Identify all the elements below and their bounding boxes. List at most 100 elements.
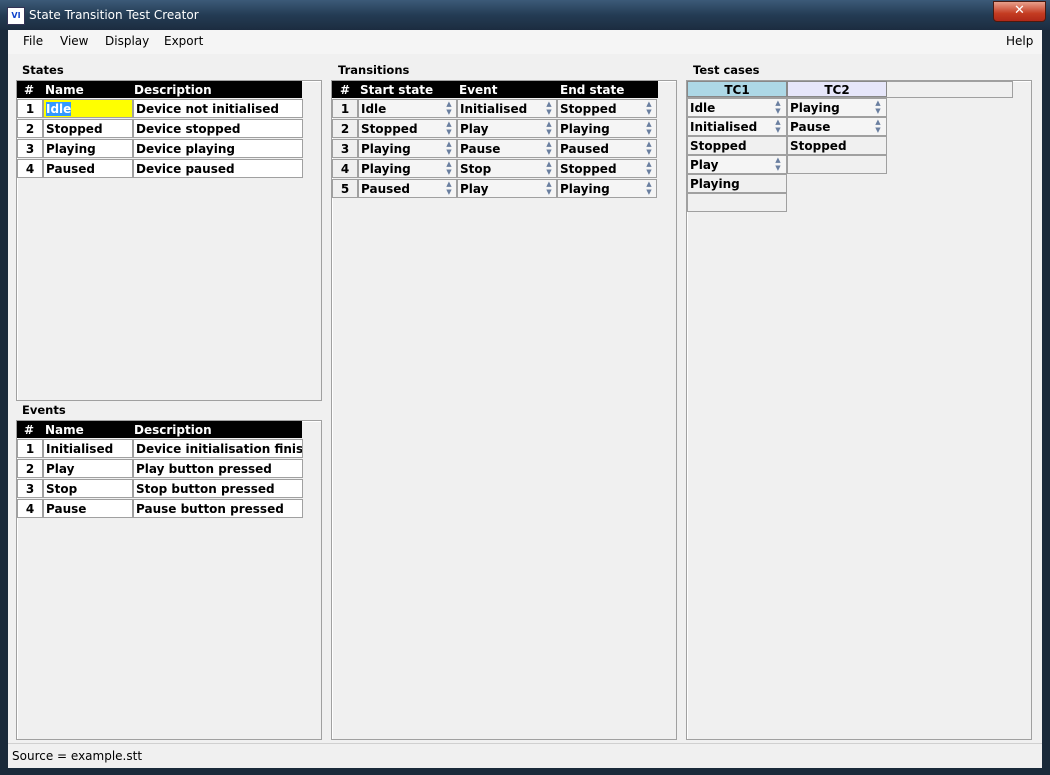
spin-down-icon[interactable]: ▼ [543, 188, 555, 196]
event-spinner[interactable]: ▲ ▼ [543, 140, 555, 156]
tab-tc1[interactable]: TC1 [687, 81, 787, 97]
tc1-step-spinner[interactable]: ▲ ▼ [772, 118, 784, 134]
end-state-spinner[interactable]: ▲ ▼ [643, 140, 655, 156]
spin-down-icon[interactable]: ▼ [543, 148, 555, 156]
spin-down-icon[interactable]: ▼ [443, 128, 455, 136]
tc1-step-spinner[interactable]: ▲ ▼ [772, 156, 784, 172]
spin-down-icon[interactable]: ▼ [772, 107, 784, 115]
end-state-cell[interactable]: Playing [557, 119, 657, 138]
spin-down-icon[interactable]: ▼ [643, 168, 655, 176]
menu-display[interactable]: Display [105, 34, 149, 48]
event-desc-cell[interactable]: Pause button pressed [133, 499, 303, 518]
spin-up-icon[interactable]: ▲ [643, 100, 655, 108]
end-state-spinner[interactable]: ▲ ▼ [643, 100, 655, 116]
start-state-spinner[interactable]: ▲ ▼ [443, 160, 455, 176]
event-cell[interactable]: Play [457, 179, 557, 198]
spin-down-icon[interactable]: ▼ [643, 128, 655, 136]
close-button[interactable]: ✕ [993, 1, 1046, 22]
spin-up-icon[interactable]: ▲ [443, 100, 455, 108]
tc1-empty-slot[interactable] [687, 193, 787, 212]
spin-down-icon[interactable]: ▼ [443, 108, 455, 116]
end-state-cell[interactable]: Stopped [557, 159, 657, 178]
spin-up-icon[interactable]: ▲ [443, 180, 455, 188]
state-name-cell-selected[interactable]: Idle [43, 99, 133, 118]
event-spinner[interactable]: ▲ ▼ [543, 160, 555, 176]
event-desc-cell[interactable]: Device initialisation finished [133, 439, 303, 458]
start-state-spinner[interactable]: ▲ ▼ [443, 180, 455, 196]
menu-file[interactable]: File [23, 34, 43, 48]
tc2-step-spinner[interactable]: ▲ ▼ [872, 118, 884, 134]
menu-view[interactable]: View [60, 34, 88, 48]
spin-down-icon[interactable]: ▼ [543, 108, 555, 116]
event-name-cell[interactable]: Pause [43, 499, 133, 518]
menu-export[interactable]: Export [164, 34, 203, 48]
tc2-step-spinner[interactable]: ▲ ▼ [872, 99, 884, 115]
spin-down-icon[interactable]: ▼ [772, 126, 784, 134]
spin-down-icon[interactable]: ▼ [872, 126, 884, 134]
spin-down-icon[interactable]: ▼ [543, 128, 555, 136]
start-state-spinner[interactable]: ▲ ▼ [443, 120, 455, 136]
spin-down-icon[interactable]: ▼ [443, 168, 455, 176]
event-spinner[interactable]: ▲ ▼ [543, 180, 555, 196]
spin-up-icon[interactable]: ▲ [543, 140, 555, 148]
spin-up-icon[interactable]: ▲ [772, 156, 784, 164]
spin-up-icon[interactable]: ▲ [772, 118, 784, 126]
spin-up-icon[interactable]: ▲ [543, 160, 555, 168]
start-state-spinner[interactable]: ▲ ▼ [443, 100, 455, 116]
event-desc-cell[interactable]: Stop button pressed [133, 479, 303, 498]
state-desc-cell[interactable]: Device stopped [133, 119, 303, 138]
event-cell[interactable]: Pause [457, 139, 557, 158]
event-name-cell[interactable]: Initialised [43, 439, 133, 458]
state-desc-cell[interactable]: Device paused [133, 159, 303, 178]
state-name-cell[interactable]: Playing [43, 139, 133, 158]
event-desc-cell[interactable]: Play button pressed [133, 459, 303, 478]
row-number: 3 [332, 139, 358, 158]
end-state-cell[interactable]: Stopped [557, 99, 657, 118]
state-name-cell[interactable]: Paused [43, 159, 133, 178]
spin-up-icon[interactable]: ▲ [772, 99, 784, 107]
tc1-step-spinner[interactable]: ▲ ▼ [772, 99, 784, 115]
end-state-spinner[interactable]: ▲ ▼ [643, 120, 655, 136]
spin-down-icon[interactable]: ▼ [643, 108, 655, 116]
event-cell[interactable]: Initialised [457, 99, 557, 118]
end-state-spinner[interactable]: ▲ ▼ [643, 180, 655, 196]
spin-up-icon[interactable]: ▲ [543, 120, 555, 128]
spin-down-icon[interactable]: ▼ [443, 188, 455, 196]
spin-up-icon[interactable]: ▲ [872, 99, 884, 107]
state-desc-cell[interactable]: Device not initialised [133, 99, 303, 118]
event-name-cell[interactable]: Stop [43, 479, 133, 498]
event-name-cell[interactable]: Play [43, 459, 133, 478]
spin-up-icon[interactable]: ▲ [543, 180, 555, 188]
event-spinner[interactable]: ▲ ▼ [543, 120, 555, 136]
spin-up-icon[interactable]: ▲ [443, 120, 455, 128]
state-name-cell[interactable]: Stopped [43, 119, 133, 138]
end-state-cell[interactable]: Playing [557, 179, 657, 198]
row-number: 2 [17, 459, 43, 478]
spin-down-icon[interactable]: ▼ [772, 164, 784, 172]
spin-down-icon[interactable]: ▼ [443, 148, 455, 156]
event-cell[interactable]: Play [457, 119, 557, 138]
spin-down-icon[interactable]: ▼ [643, 148, 655, 156]
spin-up-icon[interactable]: ▲ [643, 160, 655, 168]
spin-up-icon[interactable]: ▲ [872, 118, 884, 126]
event-spinner[interactable]: ▲ ▼ [543, 100, 555, 116]
spin-down-icon[interactable]: ▼ [643, 188, 655, 196]
end-state-cell[interactable]: Paused [557, 139, 657, 158]
tab-tc2[interactable]: TC2 [787, 81, 887, 97]
spin-down-icon[interactable]: ▼ [543, 168, 555, 176]
row-number: 1 [17, 99, 43, 118]
state-desc-cell[interactable]: Device playing [133, 139, 303, 158]
event-cell[interactable]: Stop [457, 159, 557, 178]
spin-up-icon[interactable]: ▲ [543, 100, 555, 108]
start-state-spinner[interactable]: ▲ ▼ [443, 140, 455, 156]
spin-up-icon[interactable]: ▲ [643, 180, 655, 188]
spin-up-icon[interactable]: ▲ [643, 120, 655, 128]
spin-up-icon[interactable]: ▲ [643, 140, 655, 148]
spin-up-icon[interactable]: ▲ [443, 140, 455, 148]
title-bar[interactable]: VI State Transition Test Creator ✕ [0, 0, 1050, 30]
end-state-spinner[interactable]: ▲ ▼ [643, 160, 655, 176]
menu-help[interactable]: Help [1006, 34, 1033, 48]
tc2-empty-slot[interactable] [787, 155, 887, 174]
spin-up-icon[interactable]: ▲ [443, 160, 455, 168]
spin-down-icon[interactable]: ▼ [872, 107, 884, 115]
